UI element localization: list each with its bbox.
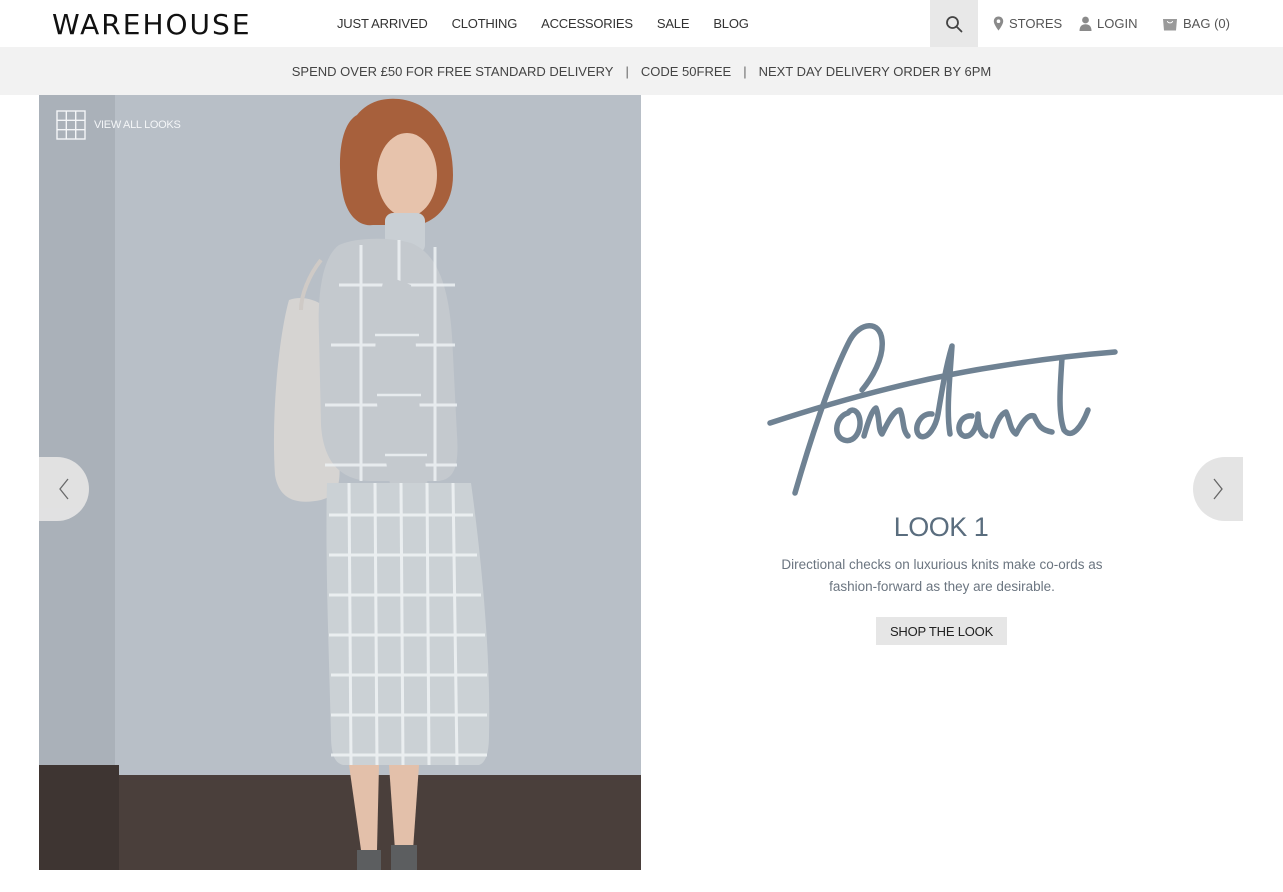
nav-clothing[interactable]: CLOTHING bbox=[452, 16, 518, 31]
look-title: LOOK 1 bbox=[893, 512, 989, 542]
promo-separator: | bbox=[743, 63, 747, 79]
promo-free-delivery: SPEND OVER £50 FOR FREE STANDARD DELIVER… bbox=[291, 63, 614, 79]
login-link[interactable]: LOGIN bbox=[1079, 16, 1137, 31]
chevron-right-icon bbox=[1213, 478, 1223, 500]
nav-accessories[interactable]: ACCESSORIES bbox=[541, 16, 633, 31]
script-brand-word bbox=[767, 323, 1118, 496]
view-all-looks-link[interactable]: VIEW ALL LOOKS bbox=[56, 110, 181, 140]
look-description-line: fashion-forward as they are desirable. bbox=[829, 579, 1055, 594]
user-icon bbox=[1079, 16, 1092, 31]
map-pin-icon bbox=[993, 16, 1004, 31]
look-photo bbox=[39, 95, 641, 870]
bag-link[interactable]: BAG (0) bbox=[1162, 16, 1230, 31]
login-label: LOGIN bbox=[1097, 16, 1138, 31]
nav-sale[interactable]: SALE bbox=[657, 16, 690, 31]
stores-label: STORES bbox=[1009, 16, 1063, 31]
view-all-looks-label: VIEW ALL LOOKS bbox=[94, 119, 181, 131]
promo-separator: | bbox=[625, 63, 629, 79]
grid-icon bbox=[56, 110, 86, 140]
next-look-button[interactable] bbox=[1193, 457, 1243, 521]
chevron-left-icon bbox=[59, 478, 69, 500]
nav-just-arrived[interactable]: JUST ARRIVED bbox=[337, 16, 428, 31]
search-button[interactable] bbox=[930, 0, 978, 47]
site-logo[interactable]: WAREHOUSE bbox=[52, 8, 252, 41]
model-figure bbox=[273, 98, 490, 870]
search-icon bbox=[946, 15, 963, 32]
shop-the-look-button[interactable]: SHOP THE LOOK bbox=[876, 617, 1007, 645]
look-description: Directional checks on luxurious knits ma… bbox=[762, 554, 1122, 598]
nav-blog[interactable]: BLOG bbox=[713, 16, 749, 31]
main-nav: JUST ARRIVED CLOTHING ACCESSORIES SALE B… bbox=[337, 16, 773, 31]
promo-bar: SPEND OVER £50 FOR FREE STANDARD DELIVER… bbox=[0, 47, 1283, 95]
site-header: WAREHOUSE JUST ARRIVED CLOTHING ACCESSOR… bbox=[0, 0, 1283, 47]
bag-icon bbox=[1163, 19, 1177, 31]
bag-label: BAG (0) bbox=[1183, 16, 1230, 31]
promo-code: CODE 50FREE bbox=[640, 63, 732, 79]
stores-link[interactable]: STORES bbox=[993, 16, 1062, 31]
promo-next-day: NEXT DAY DELIVERY ORDER BY 6PM bbox=[758, 63, 992, 79]
look-description-line: Directional checks on luxurious knits ma… bbox=[781, 557, 1103, 572]
